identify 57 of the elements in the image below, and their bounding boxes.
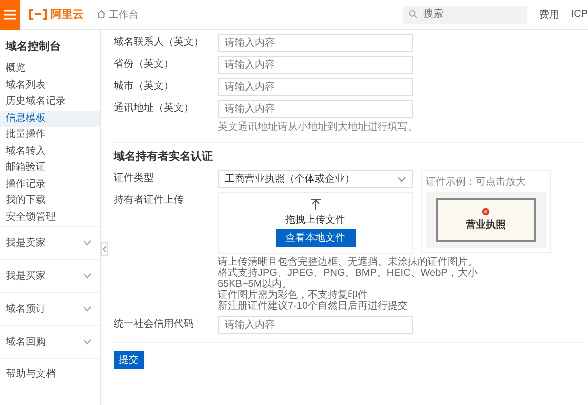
input-field[interactable]: 请输入内容 bbox=[218, 34, 413, 52]
help-link[interactable]: 帮助与文档 bbox=[0, 358, 100, 389]
menu-button[interactable] bbox=[0, 0, 20, 30]
header-link[interactable]: 费用 bbox=[539, 8, 560, 22]
sidebar-item[interactable]: 安全锁管理 bbox=[0, 210, 100, 226]
header-link[interactable]: ICP bbox=[571, 9, 588, 20]
upload-text: 拖拽上传文件 bbox=[286, 214, 346, 227]
field-label: 通讯地址（英文） bbox=[114, 102, 195, 116]
certificate-type-select[interactable]: 工商营业执照（个体或企业） bbox=[218, 170, 413, 188]
sidebar-item[interactable]: 域名列表 bbox=[0, 78, 100, 94]
upload-hint: 证件图片需为彩色，不支持复印件 bbox=[218, 290, 368, 301]
sidebar-item[interactable]: 我的下载 bbox=[0, 193, 100, 210]
chevron-down-icon bbox=[398, 176, 406, 182]
section-title: 域名持有者实名认证 bbox=[114, 150, 214, 164]
emblem-icon bbox=[482, 208, 490, 216]
sidebar-item[interactable]: 批量操作 bbox=[0, 127, 100, 144]
example-caption: 证件示例：可点击放大 bbox=[426, 176, 527, 189]
sidebar-item[interactable]: 历史域名记录 bbox=[0, 94, 100, 110]
input-field[interactable]: 请输入内容 bbox=[218, 56, 413, 74]
logo-text: 阿里云 bbox=[51, 8, 84, 22]
field-label: 持有者证件上传 bbox=[114, 194, 185, 208]
sidebar-group[interactable]: 域名预订 bbox=[0, 292, 100, 325]
submit-button[interactable]: 提交 bbox=[114, 351, 144, 369]
browse-files-button[interactable]: 查看本地文件 bbox=[276, 229, 356, 247]
home-icon bbox=[97, 10, 106, 19]
upload-area[interactable]: 拖拽上传文件 查看本地文件 bbox=[218, 192, 413, 254]
input-field[interactable]: 请输入内容 bbox=[218, 100, 413, 118]
field-label: 证件类型 bbox=[114, 172, 155, 186]
upload-hint: 请上传清晰且包含完整边框、无遮挡、未涂抹的证件图片。 bbox=[218, 257, 479, 268]
field-label: 城市（英文） bbox=[114, 80, 175, 94]
workbench-link[interactable]: 工作台 bbox=[97, 8, 139, 22]
sidebar-item[interactable]: 概览 bbox=[0, 61, 100, 78]
license-title: 营业执照 bbox=[466, 218, 506, 232]
field-label: 统一社会信用代码 bbox=[114, 318, 195, 332]
menu-icon bbox=[4, 10, 16, 20]
input-field[interactable]: 请输入内容 bbox=[218, 316, 413, 334]
sidebar-item[interactable]: 信息模板 bbox=[0, 110, 100, 127]
collapse-handle[interactable] bbox=[101, 242, 108, 256]
upload-hint: 新注册证件建议7-10个自然日后再进行提交 bbox=[218, 301, 410, 312]
chevron-left-icon bbox=[102, 246, 106, 252]
field-label: 域名联系人（英文） bbox=[114, 36, 205, 50]
search-field[interactable]: 搜索 bbox=[403, 6, 528, 24]
sidebar-title: 域名控制台 bbox=[4, 40, 62, 55]
upload-icon bbox=[310, 199, 320, 211]
field-hint: 英文通讯地址请从小地址到大地址进行填写。 bbox=[218, 120, 418, 134]
sidebar-item[interactable]: 邮箱验证 bbox=[0, 160, 100, 176]
sidebar-group[interactable]: 域名回购 bbox=[0, 325, 100, 358]
upload-hint: 格式支持JPG、JPEG、PNG、BMP、HEIC、WebP，大小55KB~5M以内。 bbox=[218, 268, 479, 290]
sidebar-item[interactable]: 操作记录 bbox=[0, 176, 100, 193]
field-label: 省份（英文） bbox=[114, 58, 175, 72]
example-card[interactable]: 证件示例：可点击放大 营业执照 bbox=[421, 170, 551, 253]
sidebar-item[interactable]: 域名转入 bbox=[0, 144, 100, 160]
sidebar-group[interactable]: 我是卖家 bbox=[0, 226, 100, 259]
sidebar-group[interactable]: 我是买家 bbox=[0, 259, 100, 292]
input-field[interactable]: 请输入内容 bbox=[218, 78, 413, 96]
logo-icon bbox=[28, 9, 48, 20]
search-icon bbox=[409, 10, 418, 19]
